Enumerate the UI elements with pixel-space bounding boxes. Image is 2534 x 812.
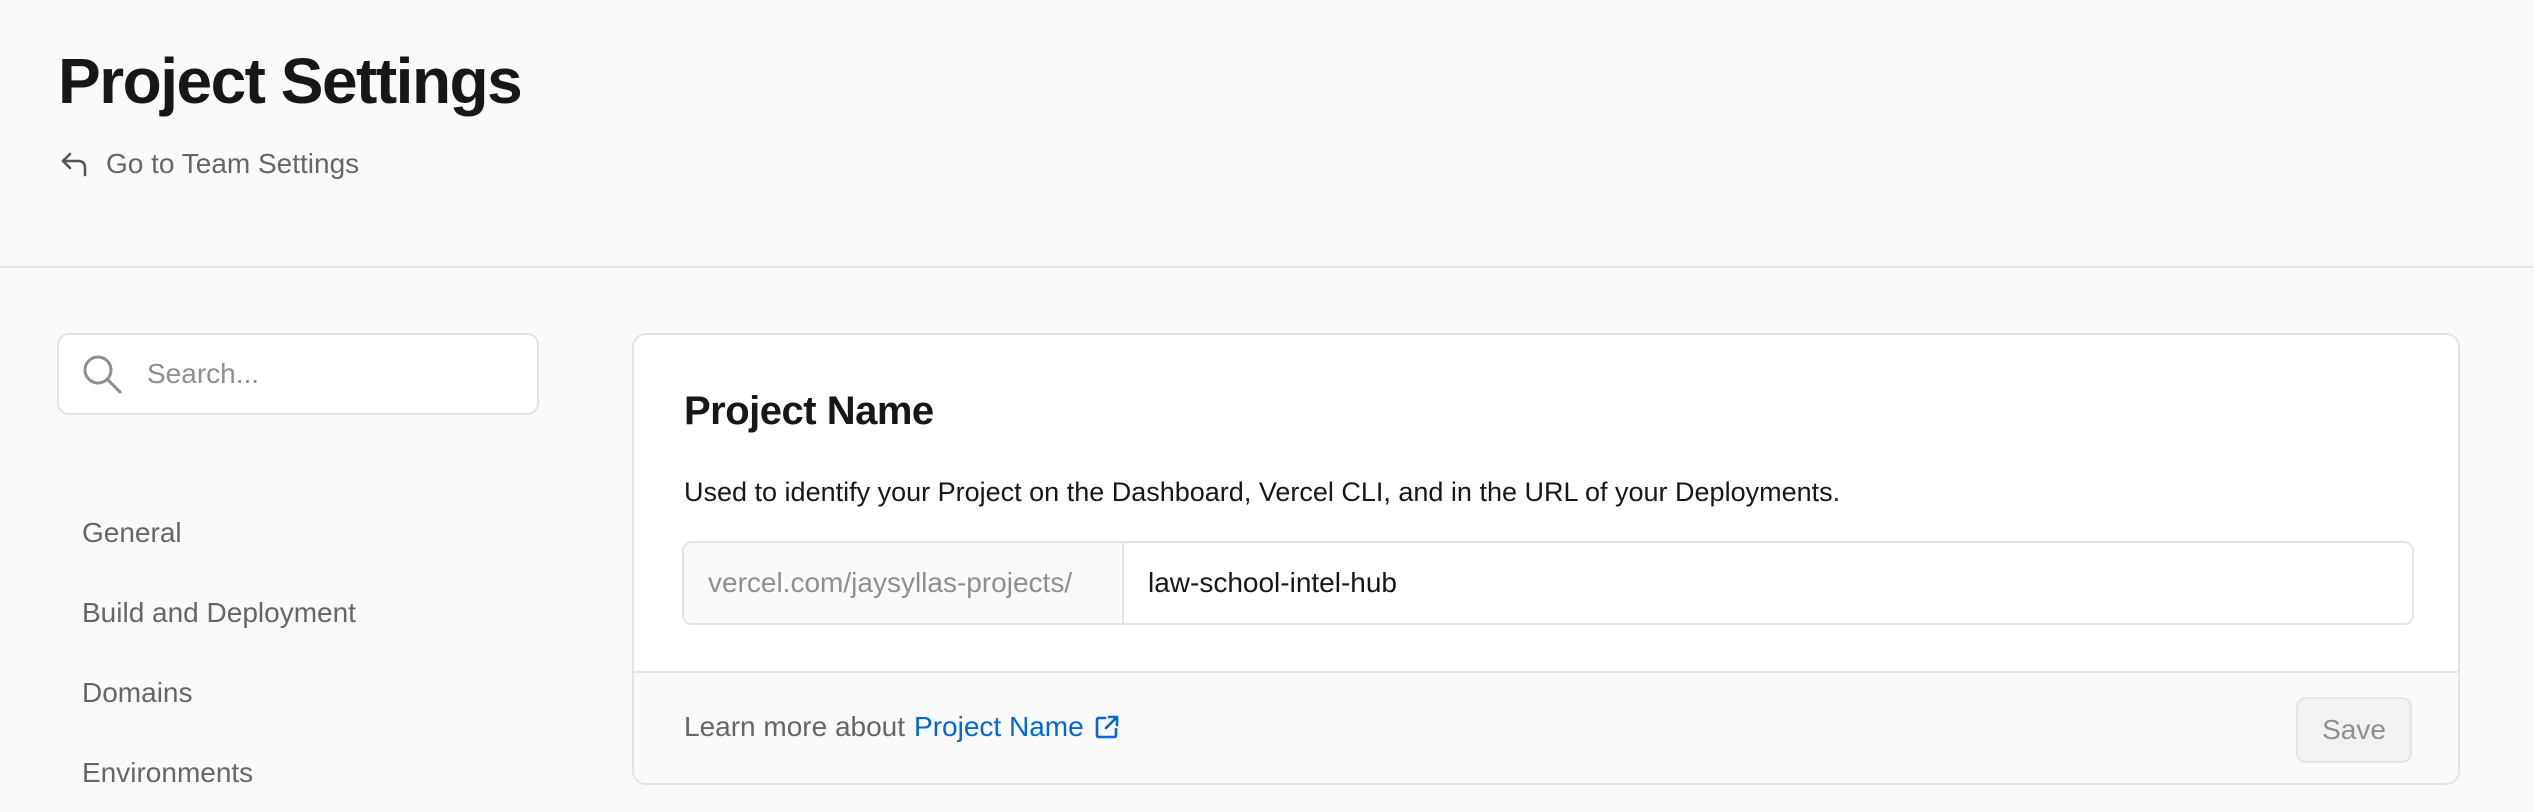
save-button[interactable]: Save xyxy=(2296,697,2412,763)
external-link-icon xyxy=(1095,715,1118,739)
project-name-docs-link-label: Project Name xyxy=(914,711,1084,742)
card-title: Project Name xyxy=(684,389,934,433)
card-description: Used to identify your Project on the Das… xyxy=(684,477,1841,507)
learn-more-text: Learn more about Project Name xyxy=(684,711,1120,743)
go-to-team-settings-link[interactable]: Go to Team Settings xyxy=(58,144,359,184)
sidebar-item-general[interactable]: General xyxy=(82,517,182,549)
settings-search[interactable] xyxy=(57,333,539,415)
search-icon xyxy=(81,353,123,395)
return-arrow-icon xyxy=(61,152,87,177)
sidebar-item-build-and-deployment[interactable]: Build and Deployment xyxy=(82,597,356,629)
learn-more-prefix: Learn more about xyxy=(684,711,906,742)
sidebar-item-domains[interactable]: Domains xyxy=(82,677,192,709)
project-name-docs-link[interactable]: Project Name xyxy=(914,711,1120,743)
url-prefix: vercel.com/jaysyllas-projects/ xyxy=(684,543,1124,623)
search-input[interactable] xyxy=(147,358,507,390)
go-to-team-settings-label: Go to Team Settings xyxy=(106,148,360,179)
card-footer: Learn more about Project Name Save xyxy=(634,671,2458,783)
project-name-card: Project Name Used to identify your Proje… xyxy=(632,333,2460,785)
page-title: Project Settings xyxy=(58,45,523,117)
page-header: Project Settings Go to Team Settings xyxy=(0,0,2534,268)
project-name-input[interactable] xyxy=(1124,543,2412,623)
project-name-field: vercel.com/jaysyllas-projects/ xyxy=(682,541,2414,625)
sidebar-item-environments[interactable]: Environments xyxy=(82,757,253,789)
